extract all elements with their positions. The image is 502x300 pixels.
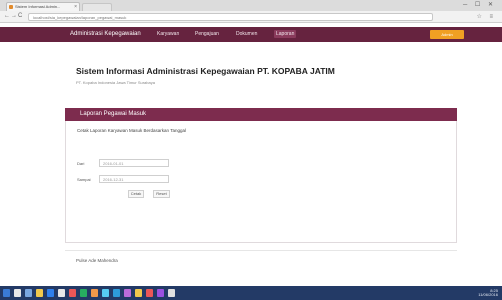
app-icon[interactable] <box>102 289 109 297</box>
nav-item-laporan[interactable]: Laporan <box>274 30 297 38</box>
os-taskbar: 8:25 11/06/2016 <box>0 286 502 300</box>
edge-icon[interactable] <box>47 289 54 297</box>
page-title: Sistem Informasi Administrasi Kepegawaia… <box>76 66 335 76</box>
app4-icon[interactable] <box>168 289 175 297</box>
task-view-icon[interactable] <box>25 289 32 297</box>
user-menu-button[interactable]: Admin <box>430 30 464 39</box>
new-tab-button[interactable] <box>82 3 112 11</box>
reload-icon[interactable]: C <box>18 13 22 19</box>
favicon-icon <box>9 5 13 9</box>
tab-close-icon[interactable]: × <box>74 3 77 11</box>
xampp-icon[interactable] <box>91 289 98 297</box>
from-date-label: Dari <box>77 161 85 166</box>
nav-item-dokumen[interactable]: Dokumen <box>236 31 257 37</box>
app-brand[interactable]: Administrasi Kepegawaian <box>70 31 141 37</box>
print-button[interactable]: Cetak <box>128 190 144 198</box>
back-icon[interactable]: ← <box>4 13 10 19</box>
word-icon[interactable] <box>113 289 120 297</box>
from-date-input[interactable] <box>99 159 169 167</box>
file-explorer-icon[interactable] <box>36 289 43 297</box>
browser-tab-strip: Sistem Informasi Admin... × ─ ☐ ✕ <box>0 0 502 11</box>
footer-divider <box>65 250 457 251</box>
panel-description: Cetak Laporan Karyawan Masuk Berdasarkan… <box>77 128 186 133</box>
tray-date: 11/06/2016 <box>478 292 498 297</box>
url-input[interactable]: localhost/sia_kepegawaian/laporan_pegawa… <box>28 13 433 21</box>
store-icon[interactable] <box>58 289 65 297</box>
search-icon[interactable] <box>14 289 21 297</box>
tab-title: Sistem Informasi Admin... <box>15 4 61 9</box>
panel-title: Laporan Pegawai Masuk <box>80 111 147 117</box>
app-navbar: Administrasi Kepegawaian Karyawan Pengaj… <box>0 27 502 42</box>
start-icon[interactable] <box>3 289 10 297</box>
system-tray-clock[interactable]: 8:25 11/06/2016 <box>478 289 498 297</box>
footer-text: Pulse Ade Mahendra <box>76 258 118 263</box>
browser-tab[interactable]: Sistem Informasi Admin... × <box>6 2 80 11</box>
reset-button[interactable]: Reset <box>153 190 170 198</box>
forward-icon[interactable]: → <box>11 13 17 19</box>
editor-icon[interactable] <box>124 289 131 297</box>
browser-address-bar: ← → C localhost/sia_kepegawaian/laporan_… <box>0 11 502 23</box>
browser-toolbar-icons[interactable]: ☆ ≡ <box>476 13 496 20</box>
nav-item-pengajuan[interactable]: Pengajuan <box>195 31 219 37</box>
nav-item-karyawan[interactable]: Karyawan <box>157 31 179 37</box>
excel-icon[interactable] <box>80 289 87 297</box>
media-icon[interactable] <box>69 289 76 297</box>
to-date-input[interactable] <box>99 175 169 183</box>
to-date-label: Sampai <box>77 177 91 182</box>
app2-icon[interactable] <box>146 289 153 297</box>
chrome-icon[interactable] <box>135 289 142 297</box>
app3-icon[interactable] <box>157 289 164 297</box>
window-controls[interactable]: ─ ☐ ✕ <box>463 1 496 8</box>
page-subtitle: PT. Kopaba Indonesia Jawa Timur Surabaya <box>76 80 155 85</box>
